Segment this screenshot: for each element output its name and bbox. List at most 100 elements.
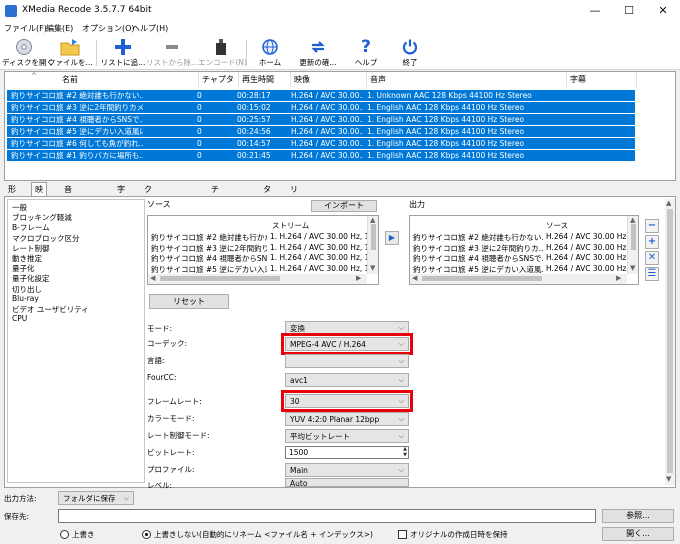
- tab-format[interactable]: 形式: [4, 182, 20, 207]
- stream-name-cell[interactable]: 釣りサイコロ旅 #5 逆にデカい入道風...: [413, 264, 543, 275]
- scroll-thumb[interactable]: [422, 276, 542, 281]
- codec-dropdown[interactable]: MPEG-4 AVC / H.264 ⌵: [285, 337, 409, 351]
- tab-tags[interactable]: タグ: [259, 182, 275, 207]
- scroll-down-icon[interactable]: ▼: [630, 264, 635, 272]
- column-header-audio[interactable]: 音声: [367, 72, 567, 87]
- add-to-list-button[interactable]: リストに追...: [100, 36, 146, 70]
- file-row[interactable]: 釣りサイコロ旅 #4 視聴者からSNSで... 0 00:25:57 H.264 / …: [7, 114, 635, 125]
- column-header-name[interactable]: 名前: [59, 72, 199, 87]
- stream-name-cell[interactable]: 釣りサイコロ旅 #5 逆にデカい入道風...: [151, 264, 267, 275]
- output-method-dropdown[interactable]: フォルダに保存 ⌵: [58, 491, 134, 505]
- add-output-button[interactable]: +: [645, 235, 659, 249]
- source-stream-list[interactable]: ストリーム 釣りサイコロ旅 #2 絶対誰も行かか... 1. H.264 / AV…: [147, 215, 379, 285]
- menu-file[interactable]: ファイル(F): [4, 23, 47, 34]
- check-updates-button[interactable]: 更新の確...: [292, 36, 344, 70]
- exit-button[interactable]: 終了: [390, 36, 430, 70]
- remove-from-list-button[interactable]: リストから除...: [146, 36, 198, 70]
- open-file-button[interactable]: ファイルを...: [48, 36, 93, 70]
- home-button[interactable]: ホーム: [250, 36, 290, 70]
- close-button[interactable]: ✕: [646, 0, 680, 22]
- scroll-thumb[interactable]: [631, 224, 636, 250]
- video-category-list[interactable]: 一般 ブロッキング軽減 B-フレーム マクロブロック区分 レート制御 動き推定 量子化 量子化…: [7, 199, 145, 483]
- column-header-duration[interactable]: 再生時間: [239, 72, 291, 87]
- file-row[interactable]: 釣りサイコロ旅 #1 釣りバカに場所も... 0 00:21:45 H.264 / A…: [7, 150, 635, 161]
- tab-audio-track[interactable]: 音声トラック 1: [60, 182, 76, 272]
- scroll-thumb[interactable]: [160, 276, 280, 281]
- minimize-button[interactable]: —: [578, 0, 612, 22]
- profile-dropdown[interactable]: Main ⌵: [285, 463, 409, 477]
- source-horizontal-scrollbar[interactable]: ◀ ▶: [148, 274, 367, 284]
- scroll-thumb[interactable]: [667, 209, 673, 473]
- delete-output-button[interactable]: ✕: [645, 251, 659, 265]
- stream-name-cell[interactable]: 釣りサイコロ旅 #4 視聴者からSNSで...: [413, 253, 543, 264]
- scroll-left-icon[interactable]: ◀: [150, 274, 155, 282]
- remove-output-button[interactable]: −: [645, 219, 659, 233]
- menu-options[interactable]: オプション(O): [82, 23, 135, 34]
- reset-button[interactable]: リセット: [149, 294, 229, 309]
- colormode-dropdown[interactable]: YUV 4:2:0 Planar 12bpp ⌵: [285, 412, 409, 426]
- source-vertical-scrollbar[interactable]: ▲ ▼: [367, 216, 378, 274]
- stream-name-cell[interactable]: 釣りサイコロ旅 #2 絶対誰も行かか...: [151, 232, 267, 243]
- framerate-label: フレームレート:: [147, 397, 202, 406]
- column-header-video[interactable]: 映像: [291, 72, 367, 87]
- stream-name-cell[interactable]: 釣りサイコロ旅 #3 逆に2年間釣りカ...: [413, 243, 543, 254]
- scroll-up-icon[interactable]: ▲: [370, 216, 375, 224]
- output-horizontal-scrollbar[interactable]: ◀ ▶: [410, 274, 627, 284]
- output-properties-button[interactable]: ☰: [645, 267, 659, 281]
- help-button[interactable]: ? ヘルプ: [346, 36, 386, 70]
- file-list[interactable]: ^ 名前 チャプター 再生時間 映像 音声 字幕 釣りサイコロ旅 #2 絶対誰も…: [4, 71, 676, 181]
- menu-edit[interactable]: 編集(E): [46, 23, 73, 34]
- output-vertical-scrollbar[interactable]: ▲ ▼: [627, 216, 638, 274]
- scroll-thumb[interactable]: [371, 224, 376, 250]
- column-header-subtitle[interactable]: 字幕: [567, 72, 637, 87]
- keep-date-checkbox[interactable]: [398, 530, 407, 539]
- file-cell: 00:21:45: [237, 151, 271, 160]
- encode-button[interactable]: エンコード(N): [198, 36, 247, 70]
- overwrite-radio[interactable]: [60, 530, 69, 539]
- level-dropdown[interactable]: Auto: [285, 478, 409, 487]
- column-header-chapter[interactable]: チャプター: [199, 72, 239, 99]
- open-disc-button[interactable]: ディスクを開く: [2, 36, 54, 70]
- stream-name-cell[interactable]: 釣りサイコロ旅 #4 視聴者からSNSで...: [151, 253, 267, 264]
- mode-value: 変換: [290, 324, 305, 333]
- file-cell: 0: [197, 91, 202, 100]
- maximize-button[interactable]: ☐: [612, 0, 646, 22]
- open-folder-button[interactable]: 開く...: [602, 527, 674, 541]
- stream-name-cell[interactable]: 釣りサイコロ旅 #3 逆に2年間釣りカ...: [151, 243, 267, 254]
- bitrate-stepper[interactable]: 1500 ▲ ▼: [285, 446, 409, 459]
- scroll-up-icon[interactable]: ▲: [666, 199, 671, 207]
- category-item[interactable]: CPU: [12, 314, 27, 323]
- scroll-left-icon[interactable]: ◀: [412, 274, 417, 282]
- ratecontrol-dropdown[interactable]: 平均ビットレート ⌵: [285, 429, 409, 443]
- stepper-down-icon[interactable]: ▼: [403, 453, 407, 458]
- tab-crop-preview[interactable]: クロップ / プレビュー: [140, 182, 156, 311]
- tab-chapter-edit[interactable]: チャプター編集: [207, 182, 223, 272]
- browse-button[interactable]: 参照...: [602, 509, 674, 523]
- category-item[interactable]: Blu-ray: [12, 294, 39, 303]
- file-row[interactable]: 釣りサイコロ旅 #6 何しても魚が釣れ... 0 00:14:57 H.264 / A…: [7, 138, 635, 149]
- framerate-dropdown[interactable]: 30 ⌵: [285, 394, 409, 408]
- panel-vertical-scrollbar[interactable]: ▲ ▼: [665, 199, 675, 485]
- stream-name-cell[interactable]: 釣りサイコロ旅 #2 絶対誰も行かない...: [413, 232, 543, 243]
- file-row[interactable]: 釣りサイコロ旅 #3 逆に2年間釣りカメ... 0 00:15:02 H.264 / …: [7, 102, 635, 113]
- keep-date-label: オリジナルの作成日時を保持: [410, 530, 508, 539]
- fourcc-dropdown[interactable]: avc1 ⌵: [285, 373, 409, 387]
- scroll-right-icon[interactable]: ▶: [616, 274, 621, 282]
- file-cell: 1. English AAC 128 Kbps 44100 Hz Stereo: [367, 151, 525, 160]
- import-button[interactable]: インポート: [311, 200, 377, 212]
- scroll-down-icon[interactable]: ▼: [666, 475, 671, 483]
- file-row[interactable]: 釣りサイコロ旅 #5 逆にデカい入道風に... 0 00:24:56 H.264 / …: [7, 126, 635, 137]
- scroll-right-icon[interactable]: ▶: [356, 274, 361, 282]
- no-overwrite-radio[interactable]: [142, 530, 151, 539]
- tab-subtitle[interactable]: 字幕: [113, 182, 129, 207]
- menu-help[interactable]: ヘルプ(H): [132, 23, 168, 34]
- scroll-up-icon[interactable]: ▲: [630, 216, 635, 224]
- tab-video[interactable]: 映像: [31, 182, 47, 207]
- tab-list[interactable]: リスト: [286, 182, 302, 220]
- save-to-input[interactable]: [58, 509, 596, 523]
- output-stream-list[interactable]: ソース 釣りサイコロ旅 #2 絶対誰も行かない... H.264 / AVC 30…: [409, 215, 639, 285]
- language-dropdown[interactable]: ⌵: [285, 354, 409, 368]
- scroll-down-icon[interactable]: ▼: [370, 264, 375, 272]
- file-row[interactable]: 釣りサイコロ旅 #2 絶対誰も行かない... 0 00:28:17 H.264 / A…: [7, 90, 635, 101]
- add-to-output-arrow-icon[interactable]: ▶: [385, 231, 399, 245]
